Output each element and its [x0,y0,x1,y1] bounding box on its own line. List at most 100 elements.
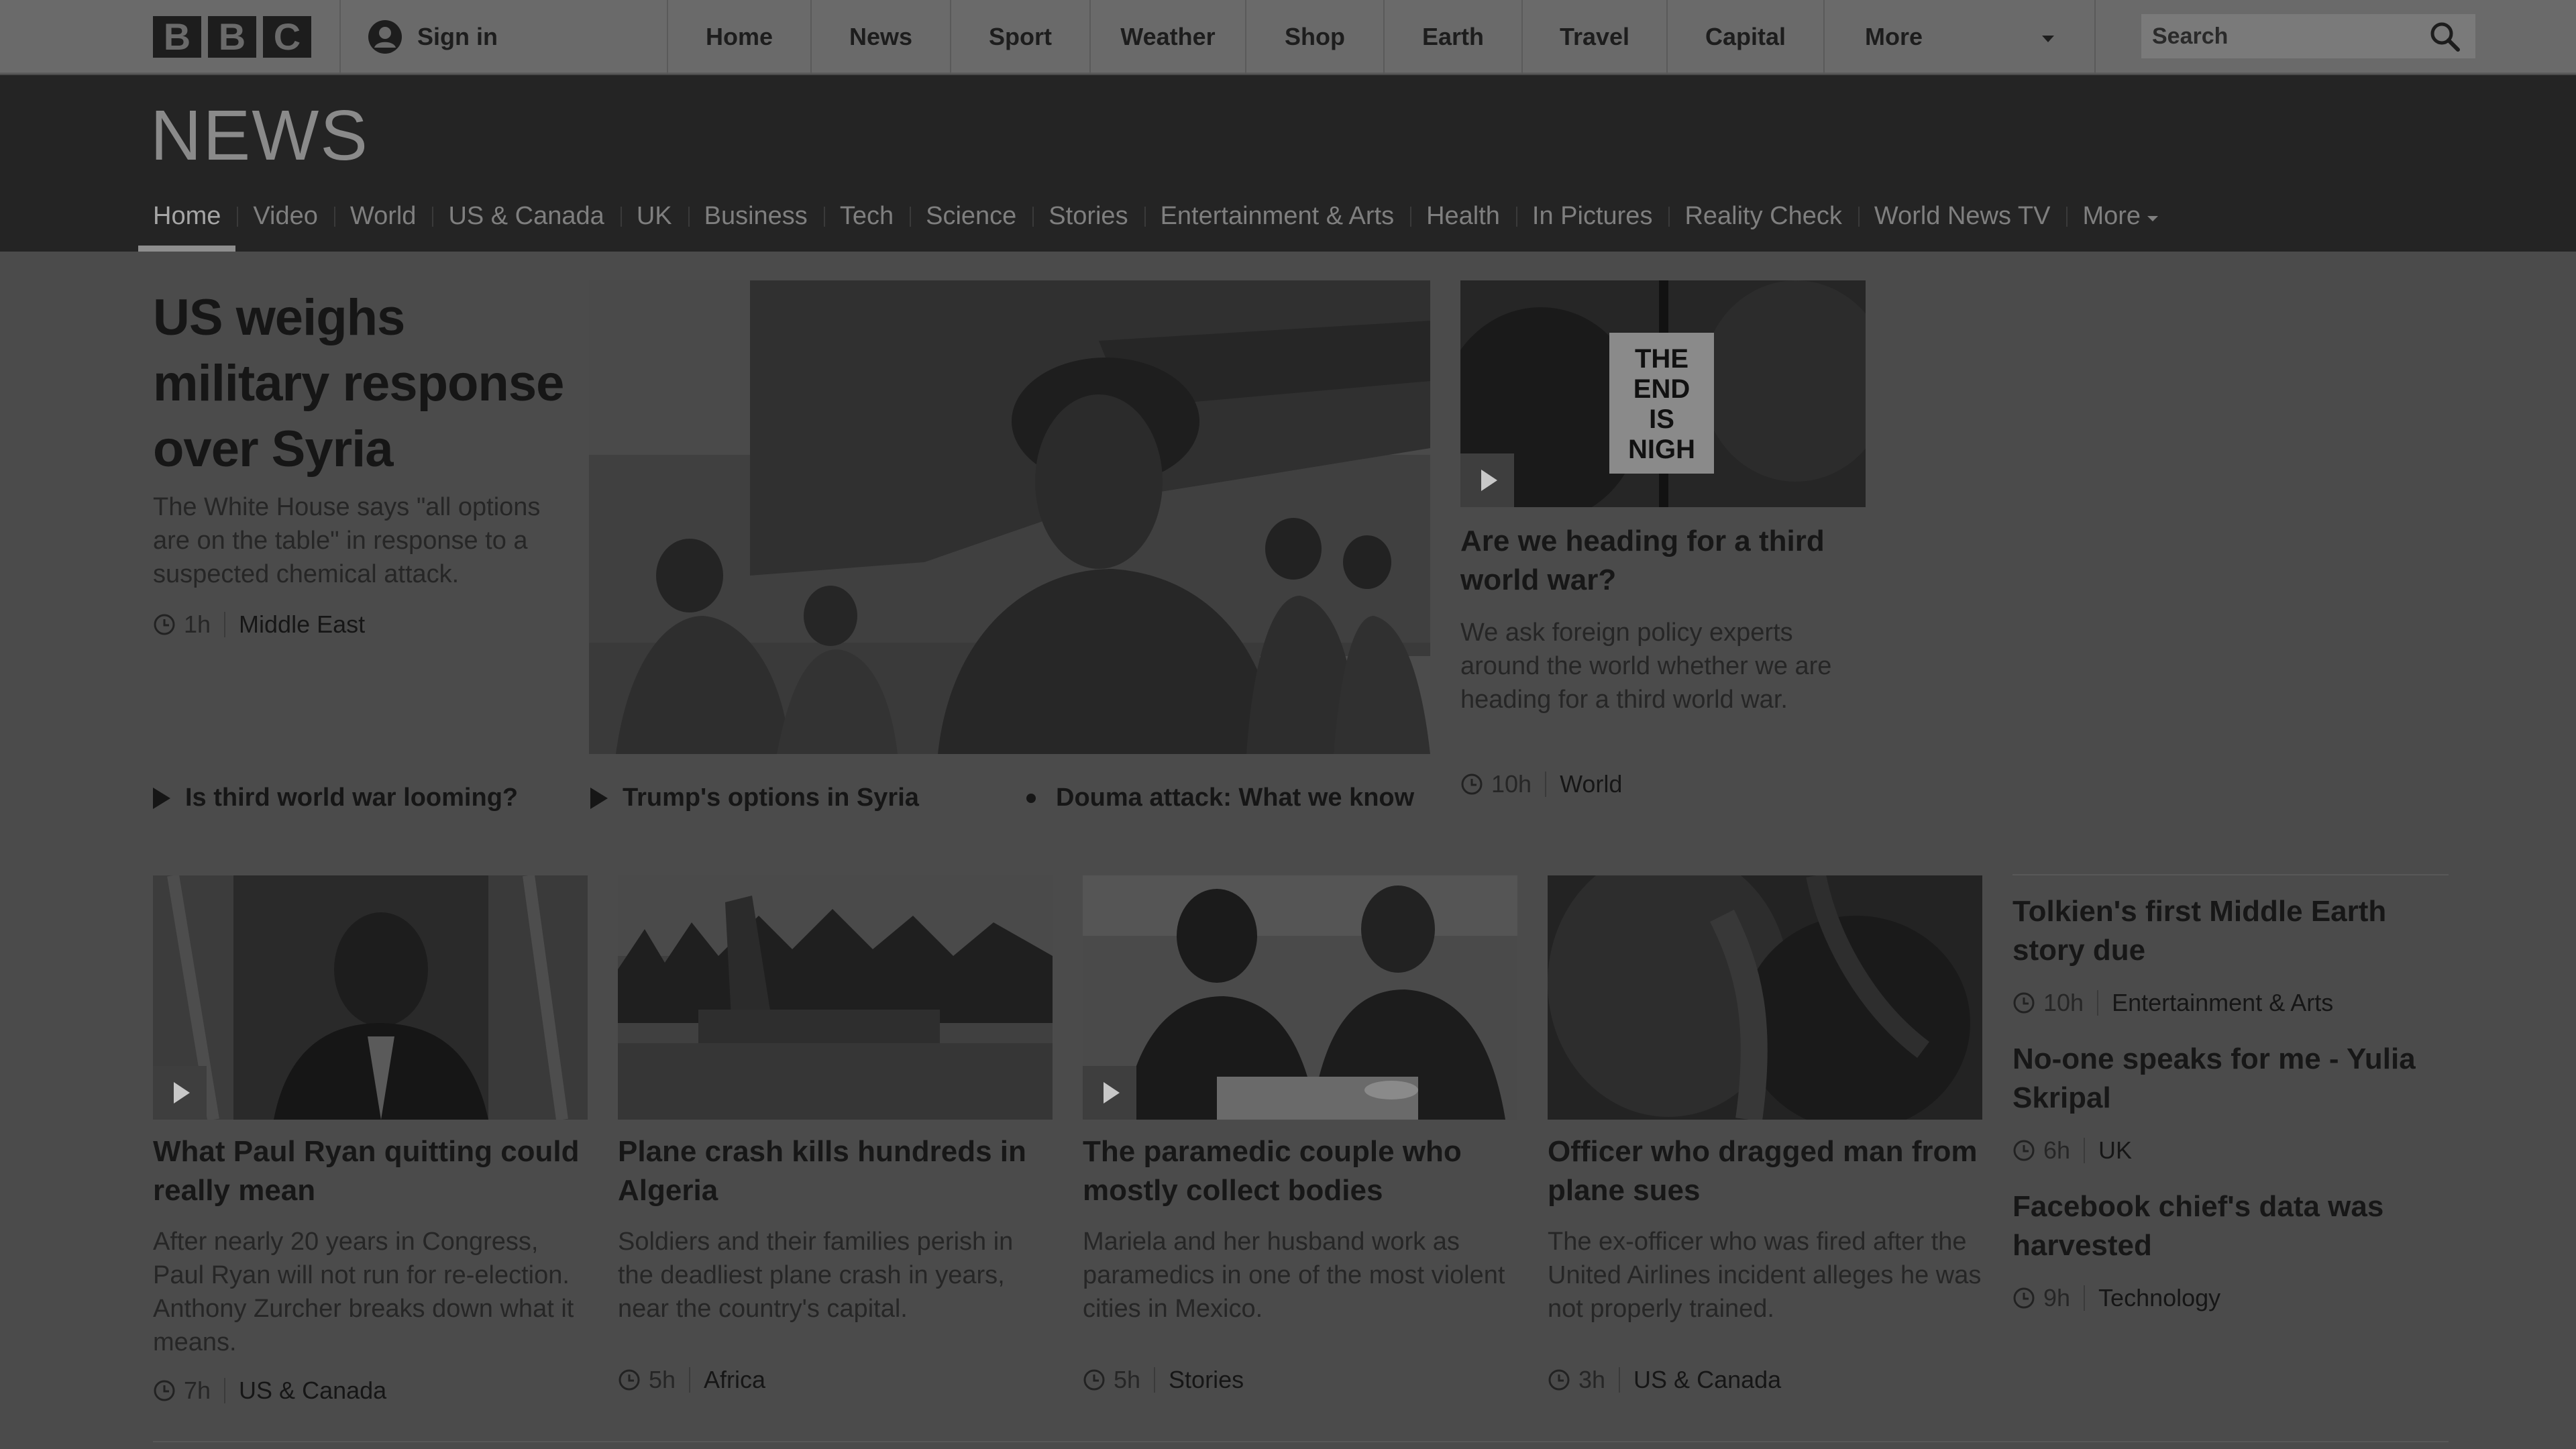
card-image[interactable] [1548,875,1982,1120]
section-tab-video[interactable]: Video [237,181,334,252]
video-play-button[interactable] [1460,453,1514,507]
clock-icon [1548,1369,1570,1391]
speaker-photo [153,875,588,1120]
section-link[interactable]: UK [2098,1136,2132,1165]
masthead-nav-capital[interactable]: Capital [1666,0,1823,74]
card-headline[interactable]: Plane crash kills hundreds in Algeria [618,1132,1054,1210]
section-tab-home[interactable]: Home [137,181,237,252]
story-age: 5h [1114,1366,1141,1393]
video-play-button[interactable] [153,1066,207,1120]
secondary-image[interactable]: THE END IS NIGH [1460,280,1866,507]
masthead-more-menu[interactable]: More [1823,0,2096,74]
news-title[interactable]: NEWS [150,95,369,176]
section-tab-uk[interactable]: UK [620,181,688,252]
masthead-nav-weather[interactable]: Weather [1089,0,1245,74]
story-age: 7h [184,1377,211,1404]
section-link[interactable]: Africa [704,1366,765,1394]
bbc-logo[interactable]: B B C [153,16,311,58]
section-tab-tech[interactable]: Tech [823,181,910,252]
section-tab-stories[interactable]: Stories [1032,181,1144,252]
protest-sign-photo: THE END IS NIGH [1460,280,1866,507]
story-age: 9h [2043,1284,2071,1311]
section-link[interactable]: Technology [2098,1284,2220,1312]
section-more-menu[interactable]: More [2066,181,2174,252]
video-play-button[interactable] [1083,1066,1136,1120]
card-headline[interactable]: What Paul Ryan quitting could really mea… [153,1132,589,1210]
masthead-nav-home[interactable]: Home [667,0,810,74]
card-meta: 3h US & Canada [1548,1366,1781,1394]
user-icon [368,20,402,54]
section-tab-science[interactable]: Science [910,181,1032,252]
side-story-headline[interactable]: Tolkien's first Middle Earth story due [2012,892,2442,970]
related-link[interactable]: Douma attack: What we know [1024,784,1414,812]
card-image[interactable] [153,875,588,1120]
section-tab-business[interactable]: Business [688,181,824,252]
news-header: NEWS Home Video World US & Canada UK Bus… [0,75,2576,252]
divider [1619,1367,1621,1393]
search-input[interactable] [2152,23,2407,50]
sign-text: THE [1635,344,1688,374]
clock-icon [2013,1287,2035,1309]
card-image[interactable] [618,875,1053,1120]
divider [2097,990,2099,1016]
story-age: 5h [649,1366,676,1393]
logo-letter: C [263,16,311,58]
plane-crash-photo [618,875,1053,1120]
card-summary: Mariela and her husband work as paramedi… [1083,1228,1505,1323]
soldiers-photo [589,280,1430,754]
sign-in-button[interactable]: Sign in [368,0,498,74]
lead-meta: 1h Middle East [153,610,365,639]
story-age: 3h [1578,1366,1606,1393]
section-tab-entertainment-arts[interactable]: Entertainment & Arts [1144,181,1411,252]
masthead-nav-earth[interactable]: Earth [1383,0,1521,74]
card-image[interactable] [1083,875,1517,1120]
section-more-label: More [2082,202,2141,230]
card-headline[interactable]: The paramedic couple who mostly collect … [1083,1132,1519,1210]
lead-headline[interactable]: US weighs military response over Syria [153,285,569,482]
card-meta: 5h Africa [618,1366,765,1394]
play-icon [1481,470,1497,491]
masthead-nav-travel[interactable]: Travel [1521,0,1666,74]
lead-image[interactable] [589,280,1430,754]
related-link[interactable]: Is third world war looming? [153,784,518,812]
side-story-headline[interactable]: Facebook chief's data was harvested [2012,1187,2442,1265]
masthead-nav-sport[interactable]: Sport [950,0,1089,74]
masthead-nav-shop[interactable]: Shop [1245,0,1383,74]
side-story-meta: 9h Technology [2012,1284,2220,1312]
logo-letter: B [208,16,256,58]
section-tab-reality-check[interactable]: Reality Check [1668,181,1858,252]
story-age: 6h [2043,1136,2071,1164]
lead-summary: The White House says "all options are on… [153,493,541,588]
secondary-headline[interactable]: Are we heading for a third world war? [1460,522,1876,600]
section-link[interactable]: US & Canada [239,1377,386,1405]
clock-icon [154,1380,175,1401]
bbc-masthead: B B C Sign in Home News Sport Weather Sh… [0,0,2576,74]
section-tab-world-news-tv[interactable]: World News TV [1858,181,2067,252]
section-link[interactable]: Middle East [239,610,365,639]
section-link[interactable]: Entertainment & Arts [2112,989,2333,1017]
card-summary: Soldiers and their families perish in th… [618,1228,1014,1323]
section-link[interactable]: World [1560,770,1622,798]
paramedics-photo [1083,875,1517,1120]
search-icon[interactable] [2428,20,2461,52]
divider [2084,1285,2086,1311]
play-icon [590,787,608,809]
clock-icon [1461,773,1483,795]
masthead-nav-news[interactable]: News [810,0,950,74]
section-link[interactable]: Stories [1169,1366,1244,1394]
section-tab-world[interactable]: World [333,181,433,252]
clock-icon [154,614,175,635]
card-headline[interactable]: Officer who dragged man from plane sues [1548,1132,1984,1210]
side-story-meta: 6h UK [2012,1136,2132,1165]
clock-icon [1083,1369,1105,1391]
card-meta: 5h Stories [1083,1366,1244,1394]
sign-text: END [1633,374,1690,404]
divider [153,1441,2449,1442]
side-story-headline[interactable]: No-one speaks for me - Yulia Skripal [2012,1040,2442,1118]
section-tab-us-canada[interactable]: US & Canada [432,181,620,252]
divider [1154,1367,1156,1393]
section-tab-health[interactable]: Health [1410,181,1516,252]
section-tab-in-pictures[interactable]: In Pictures [1515,181,1669,252]
section-link[interactable]: US & Canada [1633,1366,1781,1394]
related-link[interactable]: Trump's options in Syria [590,784,919,812]
